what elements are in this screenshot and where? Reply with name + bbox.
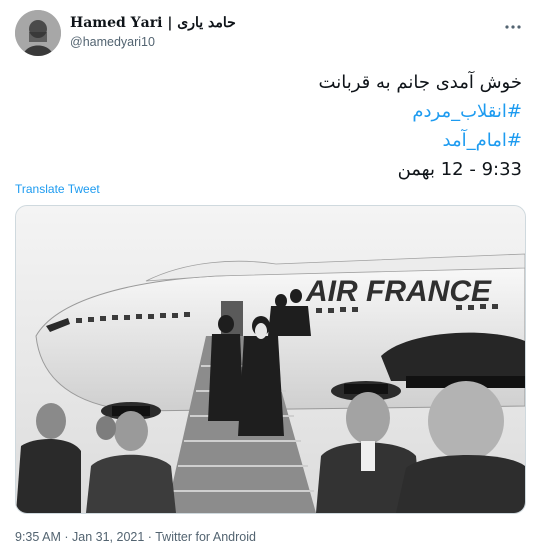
tweet-date[interactable]: Jan 31, 2021 [72,530,144,544]
translate-tweet-link[interactable]: Translate Tweet [15,182,100,196]
meta-separator: · [64,530,69,544]
author-handle[interactable]: @hamedyari10 [70,34,236,51]
tweet-header: 𝐇𝐚𝐦𝐞𝐝 𝐘𝐚𝐫𝐢 | حامد یاری @hamedyari10 [15,10,525,58]
tweet-metadata: 9:35 AM · Jan 31, 2021 · Twitter for And… [15,530,256,544]
hashtag-link[interactable]: #انقلاب_مردم [22,97,522,126]
ellipsis-icon [504,15,522,34]
tweet-card: 𝐇𝐚𝐦𝐞𝐝 𝐘𝐚𝐫𝐢 | حامد یاری @hamedyari10 خوش … [0,0,536,555]
hashtag-link[interactable]: #امام_آمد [22,126,522,155]
tweet-text: خوش آمدی جانم به قربانت #انقلاب_مردم #ام… [22,68,522,184]
airline-lettering: AIR FRANCE [305,275,492,308]
more-options-button[interactable] [501,12,525,36]
meta-separator: · [147,530,152,544]
tweet-photo[interactable]: AIR FRANCE [15,205,526,514]
author-display-name[interactable]: 𝐇𝐚𝐦𝐞𝐝 𝐘𝐚𝐫𝐢 | حامد یاری [70,14,236,32]
tweet-text-line: خوش آمدی جانم به قربانت [318,72,522,93]
author-names: 𝐇𝐚𝐦𝐞𝐝 𝐘𝐚𝐫𝐢 | حامد یاری @hamedyari10 [70,14,236,51]
tweet-text-line: 9:33 - 12 بهمن [397,159,522,180]
avatar[interactable] [15,10,61,56]
tweet-source[interactable]: Twitter for Android [155,530,256,544]
tweet-time[interactable]: 9:35 AM [15,530,61,544]
